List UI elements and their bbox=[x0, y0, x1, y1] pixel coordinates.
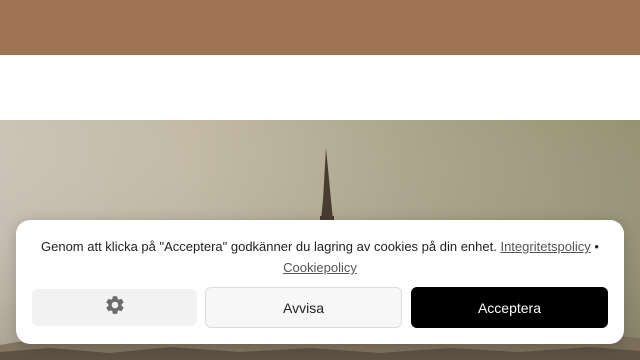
cookie-policy-link[interactable]: Cookiepolicy bbox=[283, 260, 357, 275]
header-band bbox=[0, 0, 640, 55]
nav-area bbox=[0, 55, 640, 120]
deny-button[interactable]: Avvisa bbox=[205, 287, 402, 328]
cookie-message: Genom att klicka på "Acceptera" godkänne… bbox=[32, 236, 608, 278]
accept-button[interactable]: Acceptera bbox=[411, 287, 608, 328]
link-separator: • bbox=[594, 239, 599, 254]
preferences-button[interactable] bbox=[32, 289, 197, 326]
cookie-message-text: Genom att klicka på "Acceptera" godkänne… bbox=[41, 239, 497, 254]
gear-icon bbox=[104, 294, 126, 321]
cookie-consent-banner: Genom att klicka på "Acceptera" godkänne… bbox=[16, 220, 624, 344]
privacy-policy-link[interactable]: Integritetspolicy bbox=[500, 239, 590, 254]
